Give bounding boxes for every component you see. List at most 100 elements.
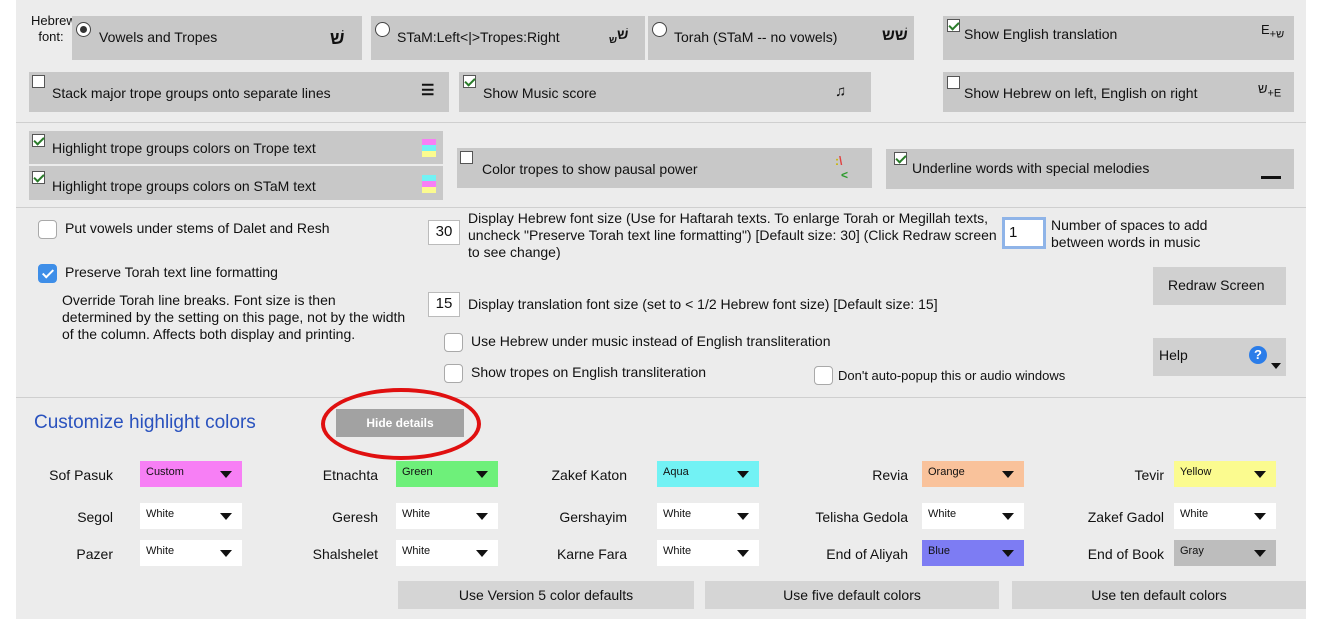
color-select[interactable]: White [1174, 503, 1276, 529]
override-note: Override Torah line breaks. Font size is… [62, 292, 406, 342]
separator [16, 122, 1306, 123]
stam-colors-icon [422, 175, 436, 193]
pausal-power-icon: :\ < [835, 154, 849, 182]
hebrew-font-size-input[interactable]: 30 [428, 220, 460, 245]
trope-label: Zakef Gadol [1087, 509, 1164, 525]
color-select[interactable]: Orange [922, 461, 1024, 487]
font-option-stam-tropes[interactable]: STaM:Left<|>Tropes:Right שׁש [371, 16, 645, 60]
color-select-value: White [146, 545, 175, 557]
annotation-circle [321, 388, 481, 460]
color-select[interactable]: White [657, 503, 759, 529]
help-button[interactable]: Help ? [1153, 338, 1286, 376]
color-select-value: White [146, 508, 175, 520]
stack-groups-toggle[interactable]: Stack major trope groups onto separate l… [29, 72, 449, 112]
underline-special-checkbox[interactable] [894, 152, 907, 165]
color-select[interactable]: Yellow [1174, 461, 1276, 487]
highlight-trope-toggle[interactable]: Highlight trope groups colors on Trope t… [29, 131, 443, 164]
translation-font-size-input[interactable]: 15 [428, 292, 460, 317]
chevron-down-icon [220, 471, 232, 478]
color-select-value: White [402, 545, 431, 557]
tropes-translit-checkbox[interactable] [444, 364, 463, 383]
chevron-down-icon [220, 550, 232, 557]
trope-label: Etnachta [322, 467, 378, 483]
color-select[interactable]: Gray [1174, 540, 1276, 566]
preserve-formatting-checkbox[interactable] [38, 264, 57, 283]
color-select[interactable]: Custom [140, 461, 242, 487]
color-select[interactable]: White [396, 503, 498, 529]
color-select[interactable]: Aqua [657, 461, 759, 487]
chevron-down-icon [737, 471, 749, 478]
trope-label: Zakef Katon [551, 467, 628, 483]
redraw-screen-button[interactable]: Redraw Screen [1153, 267, 1286, 305]
font-option-label: Torah (STaM -- no vowels) [674, 29, 838, 45]
trope-label: Gershayim [559, 509, 627, 525]
color-select[interactable]: White [657, 540, 759, 566]
stack-groups-checkbox[interactable] [32, 75, 45, 88]
trope-label: End of Book [1087, 546, 1164, 562]
no-autopopup-checkbox[interactable] [814, 366, 833, 385]
trope-label: Tevir [1134, 467, 1164, 483]
font-option-torah-stam[interactable]: Torah (STaM -- no vowels) שׁש [648, 16, 914, 60]
color-select[interactable]: White [140, 503, 242, 529]
stack-groups-label: Stack major trope groups onto separate l… [52, 85, 331, 101]
highlight-trope-checkbox[interactable] [32, 134, 45, 147]
hebrew-under-music-checkbox[interactable] [444, 333, 463, 352]
highlight-stam-toggle[interactable]: Highlight trope groups colors on STaM te… [29, 166, 443, 200]
chevron-down-icon [1254, 513, 1266, 520]
color-select[interactable]: White [922, 503, 1024, 529]
show-english-label: Show English translation [964, 26, 1118, 42]
font-option-label: Vowels and Tropes [99, 29, 218, 45]
five-defaults-button[interactable]: Use five default colors [705, 581, 999, 609]
color-select[interactable]: White [140, 540, 242, 566]
color-pausal-checkbox[interactable] [460, 151, 473, 164]
trope-label: End of Aliyah [826, 546, 908, 562]
chevron-down-icon [1002, 513, 1014, 520]
english-translation-icon: E+ש [1261, 22, 1285, 41]
hebrew-left-checkbox[interactable] [947, 76, 960, 89]
hebrew-under-music-label: Use Hebrew under music instead of Englis… [471, 333, 831, 349]
preserve-formatting-label: Preserve Torah text line formatting [65, 264, 278, 280]
color-select-value: White [663, 545, 692, 557]
color-select-value: White [928, 508, 957, 520]
customize-colors-title: Customize highlight colors [34, 412, 256, 433]
trope-label: Karne Fara [556, 546, 627, 562]
chevron-down-icon [476, 513, 488, 520]
stam-tropes-radio[interactable] [375, 22, 390, 37]
show-english-checkbox[interactable] [947, 19, 960, 32]
show-music-checkbox[interactable] [463, 75, 476, 88]
spaces-input[interactable]: 1 [1002, 217, 1046, 249]
chevron-down-icon [1254, 550, 1266, 557]
color-pausal-label: Color tropes to show pausal power [482, 161, 698, 177]
vowels-dalet-resh-label: Put vowels under stems of Dalet and Resh [65, 220, 330, 236]
tropes-translit-label: Show tropes on English transliteration [471, 364, 707, 380]
highlight-stam-checkbox[interactable] [32, 171, 45, 184]
spaces-description: Number of spaces to add between words in… [1051, 217, 1208, 250]
hebrew-left-toggle[interactable]: Show Hebrew on left, English on right ש+… [943, 72, 1294, 112]
hebrew-font-size-description: Display Hebrew font size (Use for Haftar… [468, 210, 997, 260]
show-music-toggle[interactable]: Show Music score ♫ [459, 72, 871, 112]
color-select-value: Blue [928, 545, 951, 557]
help-label: Help [1159, 347, 1188, 363]
chevron-down-icon [220, 513, 232, 520]
color-select[interactable]: White [396, 540, 498, 566]
color-select[interactable]: Blue [922, 540, 1024, 566]
underline-special-toggle[interactable]: Underline words with special melodies [886, 149, 1294, 189]
underline-special-label: Underline words with special melodies [912, 160, 1150, 176]
version5-defaults-button[interactable]: Use Version 5 color defaults [398, 581, 694, 609]
chevron-down-icon [476, 471, 488, 478]
color-select[interactable]: Green [396, 461, 498, 487]
color-select-value: Gray [1180, 545, 1204, 557]
vowels-dalet-resh-checkbox[interactable] [38, 220, 57, 239]
font-option-label: STaM:Left<|>Tropes:Right [397, 29, 560, 45]
color-select-value: Green [402, 466, 433, 478]
torah-stam-radio[interactable] [652, 22, 667, 37]
show-english-toggle[interactable]: Show English translation E+ש [943, 16, 1294, 60]
hebrew-left-label: Show Hebrew on left, English on right [964, 85, 1198, 101]
ten-defaults-button[interactable]: Use ten default colors [1012, 581, 1306, 609]
color-pausal-toggle[interactable]: Color tropes to show pausal power :\ < [457, 148, 872, 188]
color-select-value: White [663, 508, 692, 520]
trope-label: Sof Pasuk [49, 467, 113, 483]
font-option-vowels-tropes[interactable]: Vowels and Tropes שׁ [72, 16, 362, 60]
no-autopopup-label: Don't auto-popup this or audio windows [838, 368, 1066, 383]
vowels-tropes-radio[interactable] [76, 22, 91, 37]
